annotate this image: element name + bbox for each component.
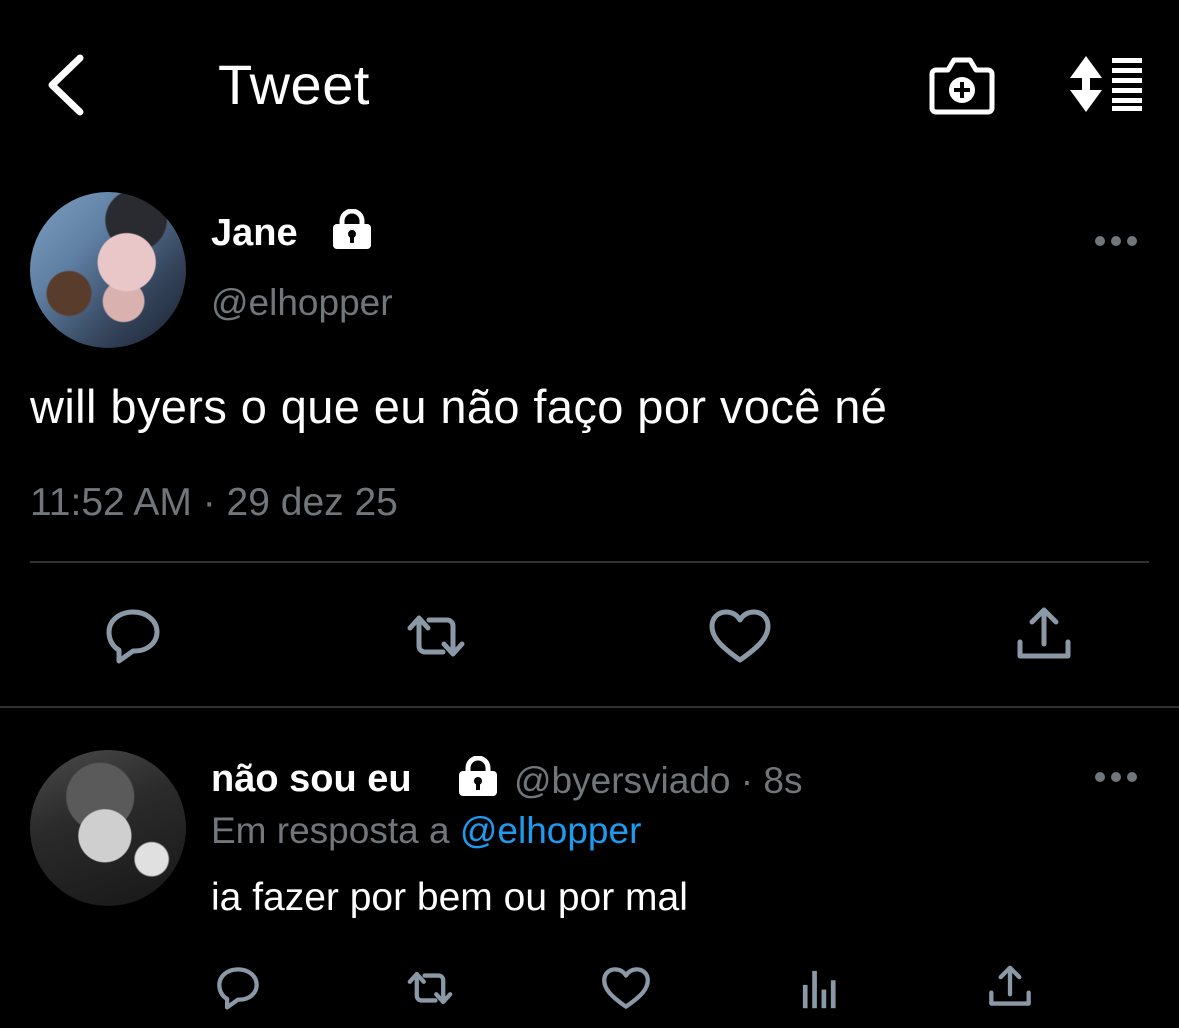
reply-button[interactable] <box>210 960 266 1016</box>
retweet-button[interactable] <box>402 960 458 1016</box>
reply-icon <box>106 609 160 664</box>
share-icon <box>989 965 1031 1006</box>
replying-to: Em resposta a @elhopper <box>211 810 641 852</box>
reply-text: ia fazer por bem ou por mal <box>211 876 688 919</box>
more-options-icon[interactable] <box>1094 228 1138 254</box>
reply-author-avatar[interactable] <box>30 750 186 906</box>
author-avatar[interactable] <box>30 192 186 348</box>
sort-button[interactable] <box>1066 54 1146 114</box>
camera-button[interactable] <box>928 52 996 116</box>
like-icon <box>602 967 650 1009</box>
page-title: Tweet <box>218 53 370 116</box>
lock-icon <box>456 756 500 798</box>
lock-icon <box>330 209 374 251</box>
reply-author-name[interactable]: não sou eu <box>211 758 412 801</box>
like-button[interactable] <box>598 960 654 1016</box>
reply-icon <box>217 967 259 1010</box>
share-button[interactable] <box>982 960 1038 1016</box>
more-options-icon[interactable] <box>1094 764 1138 790</box>
sort-icon <box>1070 56 1142 112</box>
camera-plus-icon <box>929 57 995 115</box>
replying-to-mention[interactable]: @elhopper <box>460 810 642 851</box>
reply-button[interactable] <box>97 600 169 672</box>
views-icon <box>802 970 836 1009</box>
back-button[interactable] <box>38 50 98 120</box>
reply-author-handle[interactable]: @byersviado · 8s <box>514 760 802 802</box>
share-button[interactable] <box>1008 600 1080 672</box>
views-button[interactable] <box>792 960 848 1016</box>
tweet-timestamp: 11:52 AM · 29 dez 25 <box>30 481 398 524</box>
share-icon <box>1017 607 1071 659</box>
author-name[interactable]: Jane <box>211 212 298 255</box>
chevron-left-icon <box>48 54 84 116</box>
replying-to-label: Em resposta a <box>211 810 460 851</box>
like-icon <box>709 609 771 663</box>
retweet-icon <box>407 971 453 1005</box>
retweet-icon <box>407 615 465 657</box>
divider <box>0 706 1179 708</box>
author-handle[interactable]: @elhopper <box>211 282 393 324</box>
retweet-button[interactable] <box>400 600 472 672</box>
like-button[interactable] <box>704 600 776 672</box>
tweet-text: will byers o que eu não faço por você né <box>30 380 888 433</box>
divider <box>30 561 1149 563</box>
